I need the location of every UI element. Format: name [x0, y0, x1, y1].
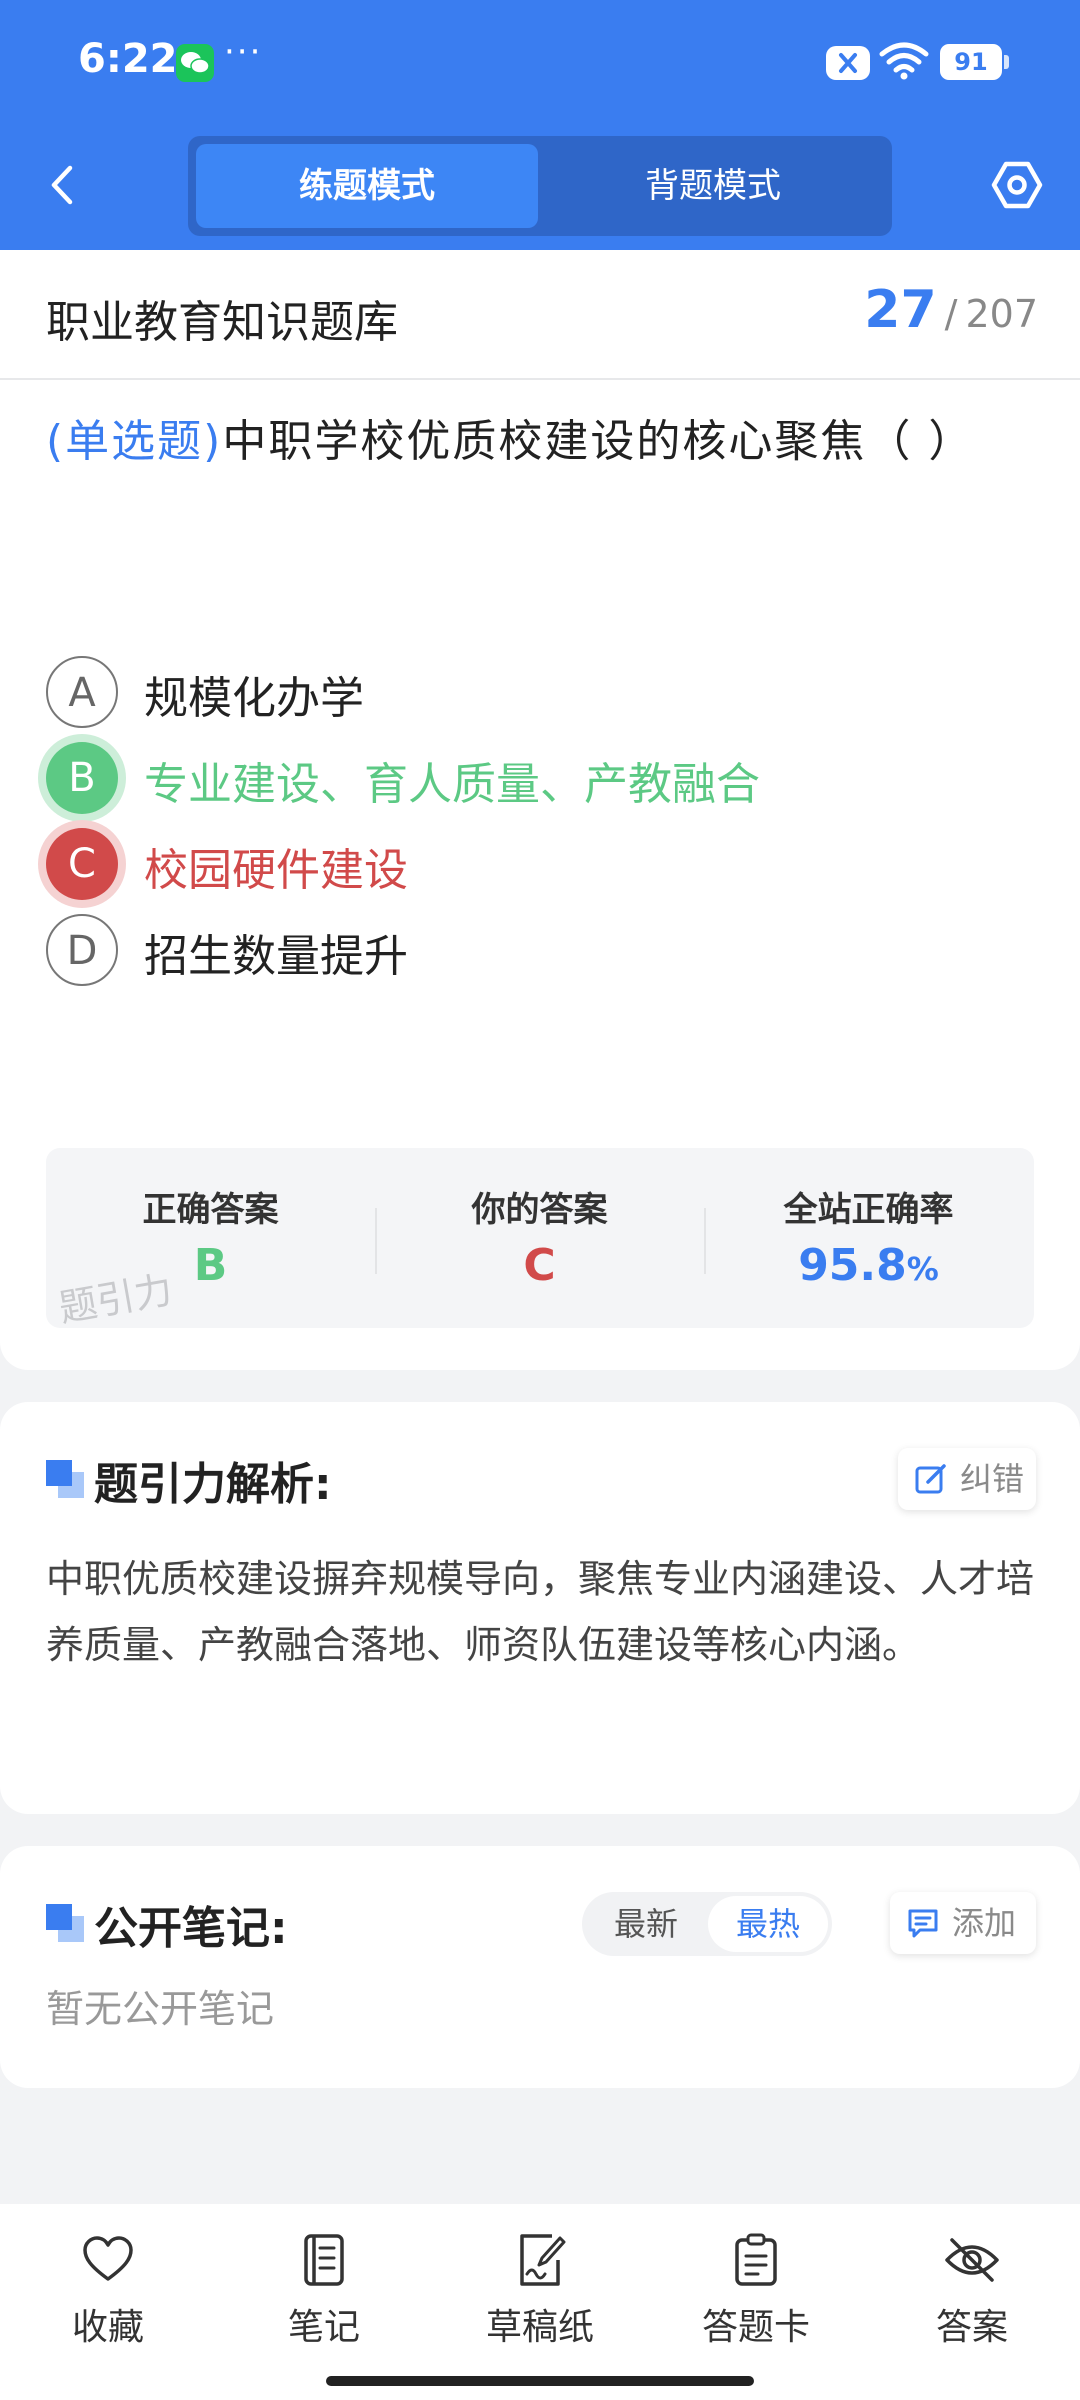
your-answer-value: C: [523, 1240, 556, 1291]
accuracy-rate-label: 全站正确率: [783, 1190, 954, 1230]
option-d-key: D: [46, 914, 118, 986]
option-a[interactable]: A 规模化办学: [46, 654, 1046, 730]
option-c[interactable]: C 校园硬件建设: [46, 826, 1046, 902]
accuracy-rate-value: 95.8%: [704, 1240, 1033, 1291]
option-a-key: A: [46, 656, 118, 728]
draft-paper-tab[interactable]: 草稿纸: [450, 2224, 630, 2354]
wifi-icon: [878, 40, 930, 84]
answer-sheet-tab-label: 答题卡: [701, 2307, 810, 2348]
top-header: 6:22 ··· 91 练题模式 背题模式: [0, 0, 1080, 250]
notes-sort-switch: 最新 最热: [582, 1892, 832, 1956]
show-answer-tab[interactable]: 答案: [882, 2224, 1062, 2354]
sort-latest-tab[interactable]: 最新: [586, 1896, 706, 1952]
report-error-button[interactable]: 纠错: [898, 1448, 1036, 1510]
chevron-left-icon: [51, 165, 73, 205]
option-c-key: C: [46, 828, 118, 900]
wechat-icon: [176, 44, 214, 82]
progress-separator: /: [944, 292, 958, 336]
option-d-text: 招生数量提升: [144, 931, 408, 982]
heart-icon: [83, 2236, 133, 2281]
current-question-number: 27: [864, 280, 937, 340]
notebook-icon: [304, 2234, 344, 2286]
settings-hexagon-icon: [991, 161, 1043, 209]
battery-indicator: 91: [940, 44, 1009, 80]
sort-hot-tab[interactable]: 最热: [708, 1896, 828, 1952]
draft-paper-icon: [520, 2234, 566, 2286]
favorite-tab-label: 收藏: [71, 2307, 144, 2348]
empty-notes-text: 暂无公开笔记: [46, 1987, 275, 2031]
answer-stats: 正确答案 B 你的答案 C 全站正确率 95.8% 题引力: [46, 1148, 1034, 1331]
eye-off-icon: [945, 2238, 999, 2282]
bank-header: 职业教育知识题库 27/207: [0, 250, 1080, 380]
mute-icon: [826, 46, 870, 80]
your-answer-stat: 你的答案 C: [375, 1148, 704, 1328]
correct-answer-label: 正确答案: [142, 1190, 279, 1230]
mode-switch: 练题模式 背题模式: [188, 136, 892, 236]
question-stem: 中职学校优质校建设的核心聚焦（ ）: [222, 416, 975, 467]
accuracy-rate-unit: %: [906, 1250, 939, 1288]
status-overflow: ···: [224, 32, 263, 72]
section-icon: [46, 1460, 86, 1500]
total-question-count: 207: [965, 292, 1038, 336]
add-note-label: 添加: [952, 1904, 1017, 1942]
option-a-text: 规模化办学: [144, 673, 364, 724]
status-bar: 6:22 ··· 91: [0, 0, 1080, 125]
analysis-card: 题引力解析: 纠错 中职优质校建设摒弃规模导向，聚焦专业内涵建设、人才培养质量、…: [0, 1402, 1080, 1814]
bank-title: 职业教育知识题库: [46, 297, 398, 348]
edit-icon: [915, 1464, 946, 1494]
question-text: (单选题)中职学校优质校建设的核心聚焦（ ）: [46, 400, 1046, 484]
your-answer-label: 你的答案: [471, 1190, 608, 1230]
option-b-key: B: [46, 742, 118, 814]
option-b-text: 专业建设、育人质量、产教融合: [144, 759, 760, 810]
analysis-text: 中职优质校建设摒弃规模导向，聚焦专业内涵建设、人才培养质量、产教融合落地、师资队…: [46, 1557, 1035, 1667]
comment-icon: [908, 1909, 938, 1938]
add-note-button[interactable]: 添加: [890, 1892, 1036, 1954]
option-d[interactable]: D 招生数量提升: [46, 912, 1046, 988]
question-type: (单选题): [46, 416, 223, 467]
question-card: 职业教育知识题库 27/207 (单选题)中职学校优质校建设的核心聚焦（ ） A…: [0, 250, 1080, 1370]
notes-tab-label: 笔记: [287, 2307, 360, 2348]
accuracy-rate-stat: 全站正确率 95.8%: [704, 1148, 1033, 1328]
show-answer-tab-label: 答案: [935, 2307, 1008, 2348]
settings-button[interactable]: [990, 158, 1044, 212]
accuracy-rate-number: 95.8: [798, 1240, 907, 1291]
memorize-mode-tab[interactable]: 背题模式: [542, 144, 884, 228]
draft-paper-tab-label: 草稿纸: [485, 2307, 594, 2348]
public-notes-card: 公开笔记: 最新 最热 添加 暂无公开笔记: [0, 1846, 1080, 2088]
practice-mode-tab[interactable]: 练题模式: [196, 144, 538, 228]
option-b[interactable]: B 专业建设、育人质量、产教融合: [46, 740, 1046, 816]
report-error-label: 纠错: [960, 1460, 1025, 1498]
answer-sheet-tab[interactable]: 答题卡: [666, 2224, 846, 2354]
section-icon: [46, 1904, 86, 1944]
back-button[interactable]: [40, 160, 90, 210]
favorite-tab[interactable]: 收藏: [18, 2224, 198, 2354]
home-indicator[interactable]: [326, 2376, 754, 2386]
answer-sheet-icon: [735, 2233, 777, 2286]
notes-tab[interactable]: 笔记: [234, 2224, 414, 2354]
analysis-title: 题引力解析:: [94, 1459, 332, 1510]
option-c-text: 校园硬件建设: [144, 845, 408, 896]
notes-title: 公开笔记:: [94, 1903, 288, 1954]
question-progress[interactable]: 27/207: [864, 280, 1038, 340]
bottom-toolbar: 收藏 笔记 草稿纸 答题卡 答案: [0, 2204, 1080, 2400]
status-time: 6:22: [78, 36, 178, 82]
